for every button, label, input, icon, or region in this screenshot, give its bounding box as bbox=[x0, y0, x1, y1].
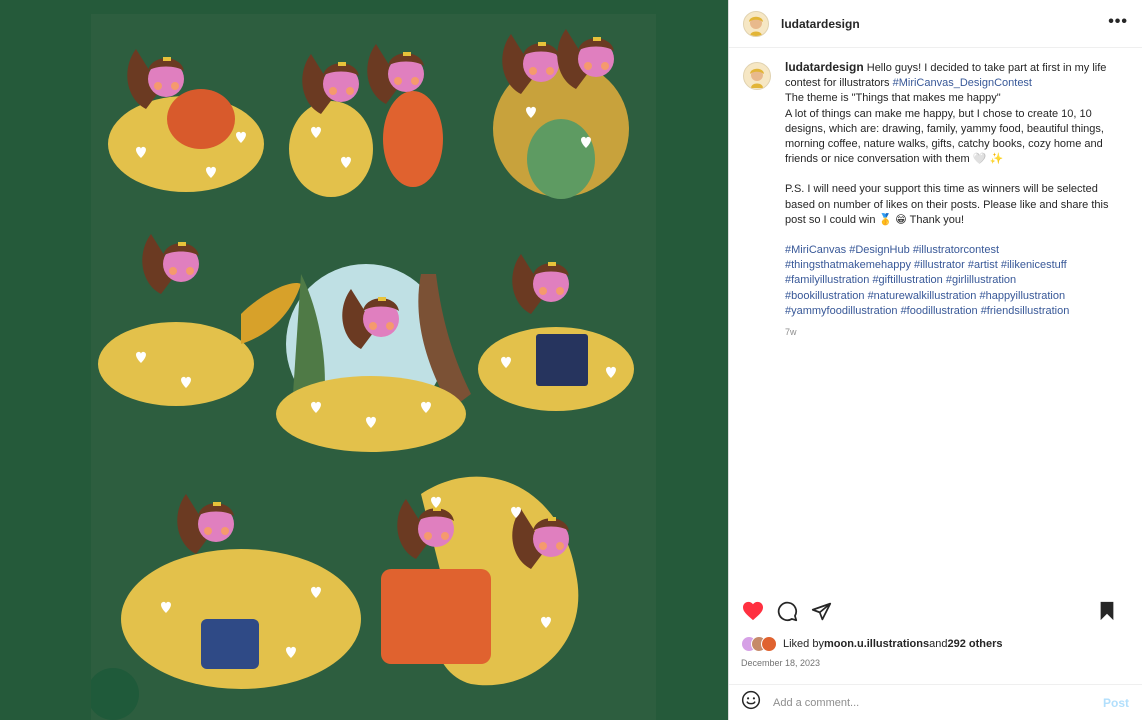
post-media[interactable] bbox=[0, 0, 728, 720]
liker-avatars bbox=[741, 636, 777, 652]
avatar-illustration-icon bbox=[744, 11, 768, 36]
hashtag-link[interactable]: #familyillustration bbox=[785, 274, 869, 286]
hashtag-link[interactable]: #giftillustration bbox=[872, 274, 942, 286]
hashtag-link[interactable]: #girlillustration bbox=[946, 274, 1016, 286]
hashtag-link[interactable]: #foodillustration bbox=[901, 305, 978, 317]
post-comment-button[interactable]: Post bbox=[1103, 696, 1129, 710]
liked-by-prefix: Liked by bbox=[783, 638, 824, 650]
hashtag-link[interactable]: #MiriCanvas_DesignContest bbox=[893, 77, 1032, 89]
post-date[interactable]: December 18, 2023 bbox=[741, 658, 820, 668]
liked-by-middle: and bbox=[929, 638, 948, 650]
post-header: ludatardesign ••• bbox=[729, 0, 1142, 48]
others-count[interactable]: 292 others bbox=[947, 638, 1002, 650]
comment-input[interactable] bbox=[773, 696, 1103, 709]
caption-body: A lot of things can make me happy, but I… bbox=[785, 107, 1104, 166]
heart-filled-icon[interactable] bbox=[741, 599, 765, 623]
hashtag-link[interactable]: #happyillustration bbox=[979, 290, 1065, 302]
hashtag-link[interactable]: #thingsthatmakemehappy bbox=[785, 259, 911, 271]
hashtag-link[interactable]: #illustratorcontest bbox=[913, 244, 999, 256]
likes-summary[interactable]: Liked by moon.u.illustrations and 292 ot… bbox=[741, 636, 1003, 652]
comment-composer: Post bbox=[729, 684, 1142, 720]
post-age[interactable]: 7w bbox=[785, 325, 1129, 340]
avatar[interactable] bbox=[743, 10, 769, 37]
bookmark-filled-icon[interactable] bbox=[1095, 599, 1119, 623]
hashtag-link[interactable]: #ilikenicestuff bbox=[1001, 259, 1067, 271]
more-horizontal-icon[interactable]: ••• bbox=[1108, 14, 1128, 30]
hashtag-link[interactable]: #illustrator bbox=[914, 259, 965, 271]
username[interactable]: ludatardesign bbox=[781, 17, 860, 31]
comment-icon[interactable] bbox=[775, 599, 799, 623]
share-icon[interactable] bbox=[809, 599, 833, 623]
hashtag-link[interactable]: #MiriCanvas bbox=[785, 244, 846, 256]
caption-username[interactable]: ludatardesign bbox=[785, 60, 864, 74]
liker-username[interactable]: moon.u.illustrations bbox=[824, 638, 929, 650]
post-image[interactable] bbox=[91, 14, 656, 720]
caption-theme: The theme is "Things that makes me happy… bbox=[785, 92, 1001, 105]
illustration bbox=[91, 14, 656, 720]
hashtag-link[interactable]: #bookillustration bbox=[785, 290, 865, 302]
hashtag-link[interactable]: #friendsillustration bbox=[981, 305, 1070, 317]
caption-section: ludatardesign Hello guys! I decided to t… bbox=[729, 60, 1142, 585]
caption-text: ludatardesign Hello guys! I decided to t… bbox=[785, 60, 1129, 585]
avatar-illustration-icon bbox=[745, 64, 769, 88]
caption-avatar[interactable] bbox=[743, 62, 771, 90]
hashtag-link[interactable]: #naturewalkillustration bbox=[868, 290, 977, 302]
action-bar bbox=[729, 596, 1142, 626]
emoji-icon[interactable] bbox=[741, 690, 761, 715]
hashtag-list: #MiriCanvas #DesignHub #illustratorconte… bbox=[785, 243, 1129, 319]
hashtag-link[interactable]: #DesignHub bbox=[849, 244, 910, 256]
post-side-panel: ludatardesign ••• ludatardesign Hello gu… bbox=[728, 0, 1142, 720]
hashtag-link[interactable]: #artist bbox=[968, 259, 998, 271]
hashtag-link[interactable]: #yammyfoodillustration bbox=[785, 305, 898, 317]
caption-ps: P.S. I will need your support this time … bbox=[785, 183, 1109, 226]
